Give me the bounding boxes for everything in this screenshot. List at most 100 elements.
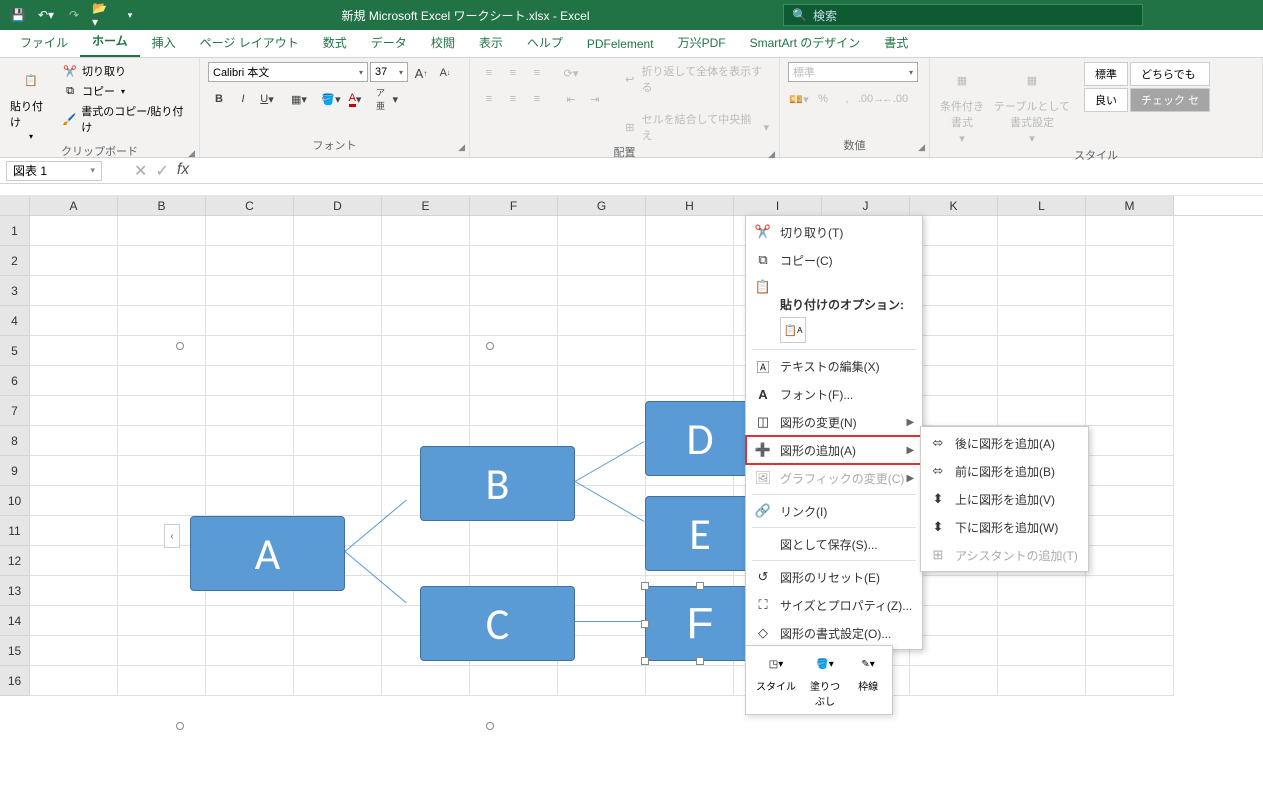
col-header[interactable]: F: [470, 196, 558, 215]
phonetic-button[interactable]: ア亜▾: [376, 88, 398, 110]
tab-help[interactable]: ヘルプ: [515, 28, 575, 57]
tab-data[interactable]: データ: [359, 28, 419, 57]
text-pane-toggle[interactable]: ‹: [164, 524, 180, 548]
col-header[interactable]: B: [118, 196, 206, 215]
number-format-combo[interactable]: 標準▾: [788, 62, 918, 82]
cm-add-shape[interactable]: ➕図形の追加(A)▶: [746, 436, 922, 464]
resize-handle[interactable]: [641, 657, 649, 665]
orientation-icon[interactable]: ⟳▾: [560, 62, 582, 84]
tab-smartart-design[interactable]: SmartArt のデザイン: [738, 28, 873, 57]
row-header[interactable]: 10: [0, 486, 30, 516]
row-header[interactable]: 5: [0, 336, 30, 366]
cm-reset-shape[interactable]: ↺図形のリセット(E): [746, 563, 922, 591]
tab-page-layout[interactable]: ページ レイアウト: [188, 28, 311, 57]
row-header[interactable]: 8: [0, 426, 30, 456]
paste-option-keep-source[interactable]: 📋A: [780, 317, 806, 343]
row-header[interactable]: 4: [0, 306, 30, 336]
smartart-node-d[interactable]: D: [645, 401, 755, 476]
save-icon[interactable]: 💾: [8, 5, 28, 25]
style-check-cell[interactable]: チェック セ: [1130, 88, 1210, 112]
row-header[interactable]: 1: [0, 216, 30, 246]
underline-button[interactable]: U▾: [256, 88, 278, 110]
resize-handle[interactable]: [641, 620, 649, 628]
cm-format-shape[interactable]: ◇図形の書式設定(O)...: [746, 619, 922, 647]
increase-indent-icon[interactable]: ⇥: [584, 88, 606, 110]
cm-cut[interactable]: ✂️切り取り(T): [746, 218, 922, 246]
smartart-node-f[interactable]: F ⟳: [645, 586, 755, 661]
row-header[interactable]: 11: [0, 516, 30, 546]
smartart-container[interactable]: ‹ A B C D E F ⟳: [180, 346, 800, 726]
fill-color-button[interactable]: 🪣▾: [320, 88, 342, 110]
row-header[interactable]: 13: [0, 576, 30, 606]
tab-wanxing-pdf[interactable]: 万兴PDF: [666, 28, 738, 57]
align-left-icon[interactable]: ≡: [478, 88, 500, 110]
tab-insert[interactable]: 挿入: [140, 28, 188, 57]
accounting-format-icon[interactable]: 💴▾: [788, 88, 810, 110]
smartart-node-a[interactable]: A: [190, 516, 345, 591]
align-right-icon[interactable]: ≡: [526, 88, 548, 110]
sm-add-after[interactable]: ⬄後に図形を追加(A): [921, 429, 1088, 457]
mini-fill-button[interactable]: 🪣▾ 塗りつ ぶし: [804, 650, 846, 710]
row-header[interactable]: 6: [0, 366, 30, 396]
tab-pdfelement[interactable]: PDFelement: [575, 31, 666, 57]
cm-size-properties[interactable]: ⛶サイズとプロパティ(Z)...: [746, 591, 922, 619]
align-middle-icon[interactable]: ≡: [502, 62, 524, 84]
bold-button[interactable]: B: [208, 88, 230, 110]
font-size-combo[interactable]: 37▾: [370, 62, 408, 82]
cm-edit-text[interactable]: 🄰テキストの編集(X): [746, 352, 922, 380]
format-as-table-button[interactable]: ▦ テーブルとして 書式設定▾: [992, 62, 1072, 147]
mini-style-button[interactable]: ◳▾ スタイル: [750, 650, 802, 710]
confirm-formula-icon[interactable]: ✓: [155, 161, 168, 181]
italic-button[interactable]: I: [232, 88, 254, 110]
border-button[interactable]: ▦▾: [288, 88, 310, 110]
tab-view[interactable]: 表示: [467, 28, 515, 57]
tab-format[interactable]: 書式: [872, 28, 920, 57]
paste-button[interactable]: 📋 貼り付け ▾: [8, 62, 54, 143]
smartart-node-b[interactable]: B: [420, 446, 575, 521]
undo-icon[interactable]: ↶▾: [36, 5, 56, 25]
formula-input[interactable]: [201, 161, 1263, 181]
style-neutral[interactable]: どちらでも: [1130, 62, 1210, 86]
row-header[interactable]: 16: [0, 666, 30, 696]
increase-font-icon[interactable]: A↑: [410, 62, 432, 84]
increase-decimal-icon[interactable]: .00→: [860, 88, 882, 110]
smartart-node-c[interactable]: C: [420, 586, 575, 661]
conditional-format-button[interactable]: ▦ 条件付き 書式▾: [938, 62, 986, 147]
col-header[interactable]: M: [1086, 196, 1174, 215]
qat-customize-icon[interactable]: ▾: [120, 5, 140, 25]
wrap-text-button[interactable]: ↩折り返して全体を表示する: [620, 62, 771, 96]
tab-formulas[interactable]: 数式: [311, 28, 359, 57]
cell[interactable]: [30, 216, 118, 246]
resize-handle[interactable]: [641, 582, 649, 590]
cm-link[interactable]: 🔗リンク(I): [746, 497, 922, 525]
cm-copy[interactable]: ⧉コピー(C): [746, 246, 922, 274]
sm-add-before[interactable]: ⬄前に図形を追加(B): [921, 457, 1088, 485]
search-box[interactable]: 🔍 検索: [783, 4, 1143, 26]
align-center-icon[interactable]: ≡: [502, 88, 524, 110]
copy-button[interactable]: ⧉コピー▾: [60, 82, 191, 100]
style-normal[interactable]: 標準: [1084, 62, 1128, 86]
format-painter-button[interactable]: 🖌️書式のコピー/貼り付け: [60, 102, 191, 136]
cm-save-as-picture[interactable]: 図として保存(S)...: [746, 530, 922, 558]
open-icon[interactable]: 📂▾: [92, 5, 112, 25]
merge-center-button[interactable]: ⊞セルを結合して中央揃え▾: [620, 110, 771, 144]
decrease-indent-icon[interactable]: ⇤: [560, 88, 582, 110]
font-color-button[interactable]: A▾: [344, 88, 366, 110]
row-header[interactable]: 3: [0, 276, 30, 306]
col-header[interactable]: C: [206, 196, 294, 215]
col-header[interactable]: L: [998, 196, 1086, 215]
selection-handle[interactable]: [176, 722, 184, 730]
sm-add-above[interactable]: ⬍上に図形を追加(V): [921, 485, 1088, 513]
style-good[interactable]: 良い: [1084, 88, 1128, 112]
decrease-font-icon[interactable]: A↓: [434, 62, 456, 84]
row-header[interactable]: 12: [0, 546, 30, 576]
col-header[interactable]: E: [382, 196, 470, 215]
redo-icon[interactable]: ↷: [64, 5, 84, 25]
name-box[interactable]: 図表 1▾: [6, 161, 102, 181]
alignment-dialog-launcher[interactable]: ◢: [768, 149, 775, 160]
cut-button[interactable]: ✂️切り取り: [60, 62, 191, 80]
mini-outline-button[interactable]: ✎▾ 枠線: [848, 650, 888, 710]
font-dialog-launcher[interactable]: ◢: [458, 142, 465, 153]
select-all-corner[interactable]: [0, 196, 30, 215]
font-name-combo[interactable]: Calibri 本文▾: [208, 62, 368, 82]
